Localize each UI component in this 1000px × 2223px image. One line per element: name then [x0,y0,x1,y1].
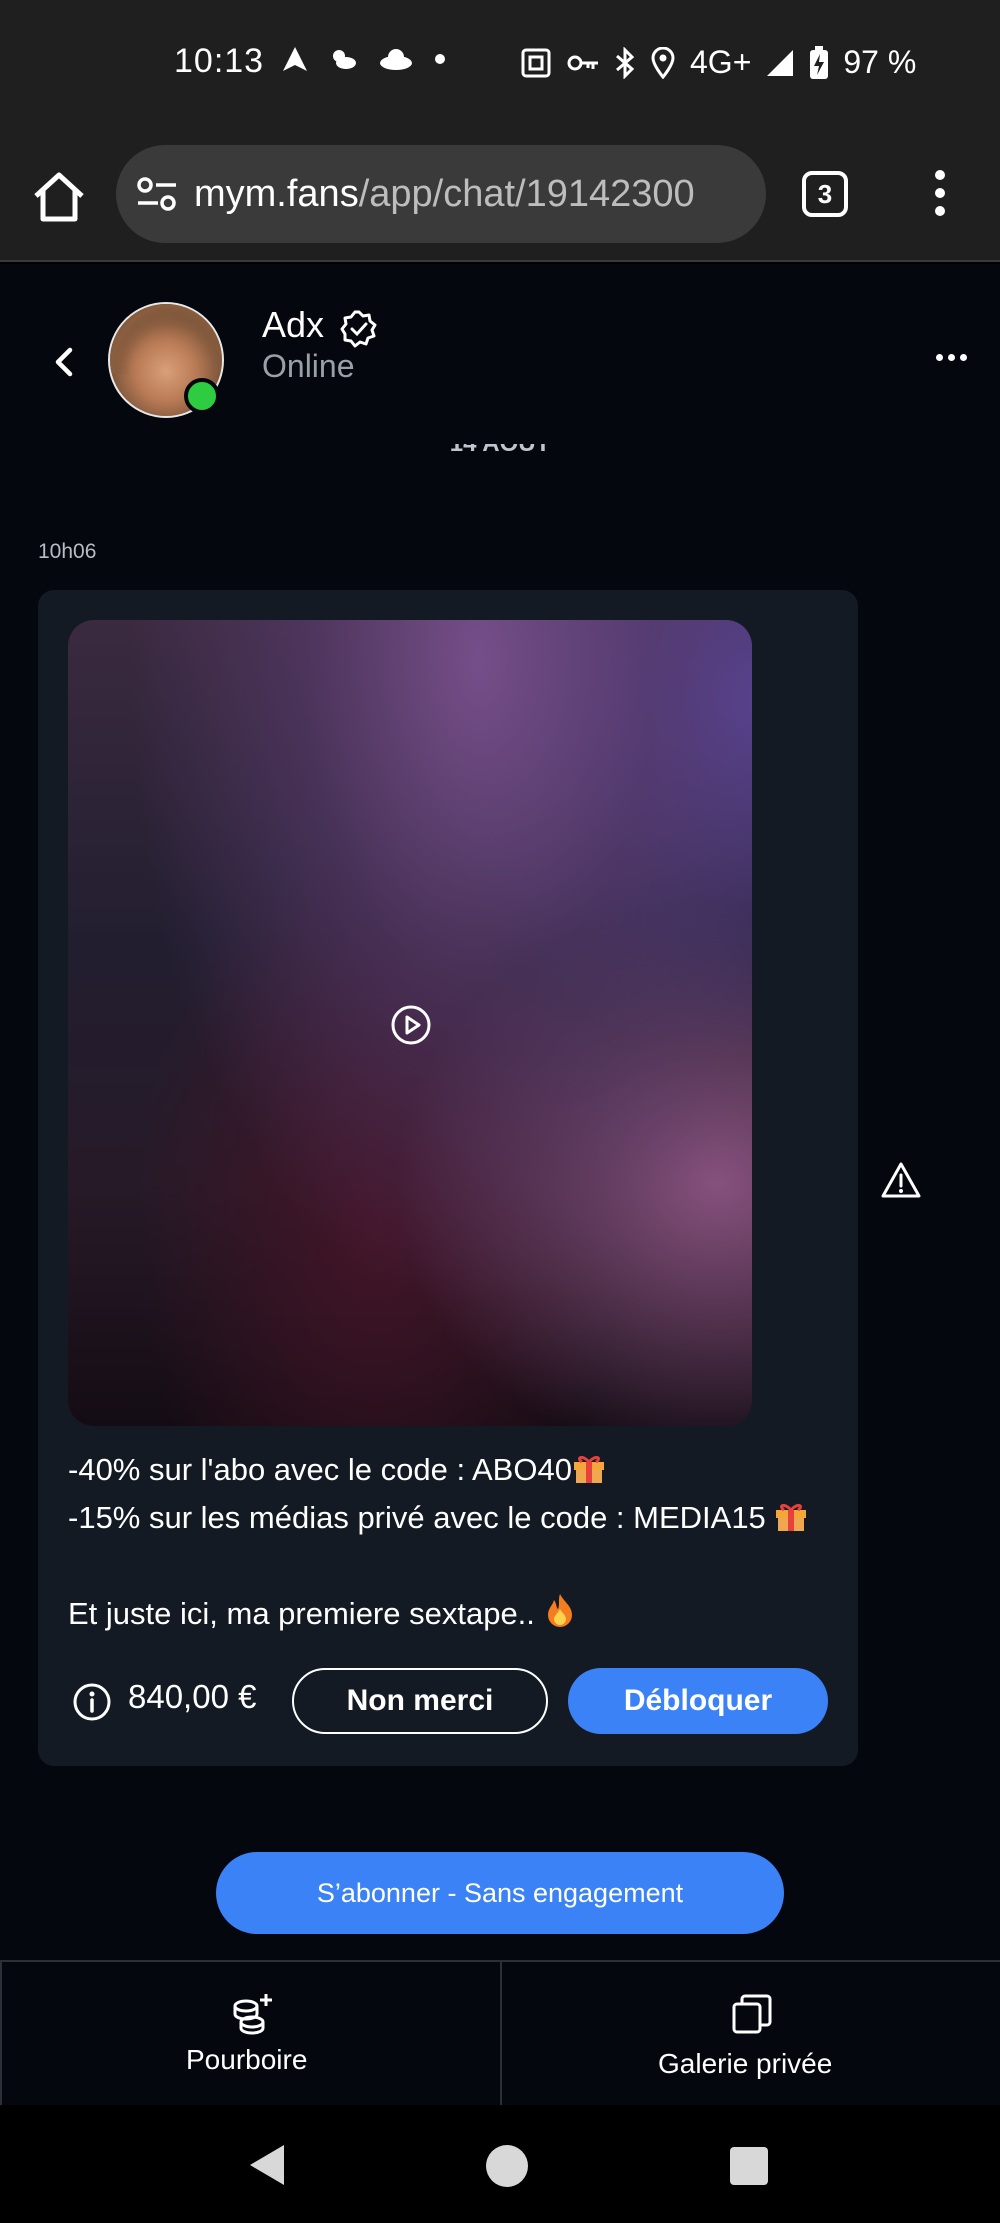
price-row: 840,00 € Non merci Débloquer [72,1668,832,1734]
report-warning-icon[interactable] [880,1160,922,1200]
weather-icon [333,50,356,69]
battery-charging-icon [810,45,829,79]
nfc-icon [521,48,551,77]
gallery-label: Galerie privée [658,2048,833,2079]
coins-plus-icon [233,1994,272,2035]
gallery-copy-icon [732,1994,772,2034]
gift-emoji-icon [573,1455,604,1483]
system-back-icon[interactable] [248,2143,288,2187]
price-label: 840,00 € [128,1678,257,1715]
key-icon [567,55,598,70]
url-text[interactable]: mym.fans/app/chat/19142300 [194,173,695,216]
system-home-icon[interactable] [486,2145,528,2187]
back-arrow-icon[interactable] [50,344,80,380]
message-text: -40% sur l'abo avec le code : ABO40 -15%… [68,1446,808,1638]
navigation-icon [283,47,307,71]
status-system-icons: 4G+ 97 % [520,44,916,81]
message-time: 10h06 [38,540,97,563]
home-icon[interactable] [30,168,88,226]
user-status: Online [262,348,355,384]
tip-label: Pourboire [186,2044,308,2075]
message-line: -15% sur les médias privé avec le code :… [68,1500,775,1535]
system-navigation-bar [0,2105,1000,2223]
locked-video-preview[interactable] [68,620,752,1426]
decline-button[interactable]: Non merci [292,1668,548,1734]
tip-button[interactable]: Pourboire [0,1962,500,2107]
system-recents-icon[interactable] [730,2147,768,2185]
signal-icon [767,49,794,76]
message-bubble: -40% sur l'abo avec le code : ABO40 -15%… [38,590,858,1766]
address-bar[interactable]: mym.fans/app/chat/19142300 [116,145,766,243]
cloud-icon [380,49,412,70]
url-host: mym.fans [194,173,359,215]
chat-screen: Adx Online 14 AOÛT 10h06 -40% sur l'abo … [0,264,1000,2107]
network-type: 4G+ [690,44,752,80]
user-name[interactable]: Adx [262,304,324,346]
fire-emoji-icon [547,1594,572,1627]
message-line: -40% sur l'abo avec le code : ABO40 [68,1452,572,1487]
subscribe-button[interactable]: S’abonner - Sans engagement [216,1852,784,1934]
battery-level: 97 % [843,44,917,80]
message-line: Et juste ici, ma premiere sextape.. [68,1596,544,1631]
status-time: 10:13 [174,42,265,80]
verified-badge-icon [340,310,377,348]
dot-icon [435,54,445,64]
private-gallery-button[interactable]: Galerie privée [500,1962,1000,2107]
site-settings-icon[interactable] [136,175,178,213]
unlock-button[interactable]: Débloquer [568,1668,828,1734]
gift-emoji-icon [776,1503,807,1531]
bottom-action-bar: Pourboire Galerie privée [0,1960,1000,2107]
date-separator: 14 AOÛT [0,430,1000,470]
chat-header: Adx Online [0,264,1000,444]
location-icon [651,46,675,79]
url-path: /app/chat/19142300 [358,173,695,215]
info-icon[interactable] [72,1682,112,1722]
browser-menu-icon[interactable] [930,170,950,220]
online-indicator [184,378,220,414]
play-icon[interactable] [390,1004,432,1046]
status-bar: 10:13 4G+ 97 % [0,0,1000,130]
status-notification-icons [280,44,446,74]
more-options-icon[interactable] [936,354,967,361]
bluetooth-icon [616,46,635,79]
tab-switcher-button[interactable]: 3 [802,171,848,217]
browser-toolbar: mym.fans/app/chat/19142300 3 [0,130,1000,262]
